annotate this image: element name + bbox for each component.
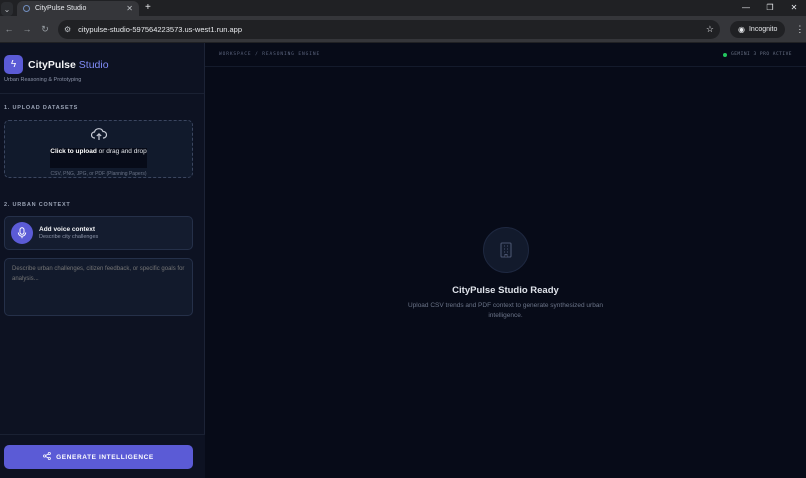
building-icon [482,227,529,273]
sidebar-footer: GENERATE INTELLIGENCE [0,434,205,478]
chevron-down-icon: ⌄ [3,4,11,14]
forward-button[interactable]: → [18,24,36,34]
close-window-button[interactable]: ✕ [782,0,806,16]
tab-search-button[interactable]: ⌄ [1,2,13,16]
upload-cta-bold: Click to upload [50,148,97,155]
upload-dropzone[interactable]: Click to upload or drag and drop CSV, PN… [4,120,193,178]
empty-state-title: CityPulse Studio Ready [452,285,559,296]
globe-icon [23,5,30,12]
restore-button[interactable]: ❐ [758,0,782,16]
voice-title: Add voice context [39,226,95,233]
browser-tab[interactable]: CityPulse Studio ✕ [17,1,139,16]
window-controls: — ❐ ✕ [734,0,806,16]
workspace-panel: WORKSPACE / REASONING ENGINE GEMINI 3 PR… [205,43,806,478]
section-label-upload: 1. UPLOAD DATASETS [4,105,79,111]
brand-accent-text: Studio [78,58,109,71]
generate-label: GENERATE INTELLIGENCE [56,453,154,461]
add-voice-context-button[interactable]: Add voice context Describe city challeng… [4,216,193,250]
urban-context-textarea[interactable] [4,258,193,316]
incognito-badge[interactable]: ◉ Incognito [730,20,786,38]
bookmark-star-icon[interactable]: ☆ [706,24,714,35]
breadcrumb: WORKSPACE / REASONING ENGINE [219,52,321,57]
site-info-icon[interactable]: ⚙ [64,25,71,34]
upload-cta-rest: or drag and drop [98,148,147,155]
section-label-context: 2. URBAN CONTEXT [4,202,71,208]
voice-subtitle: Describe city challenges [39,234,99,240]
minimize-button[interactable]: — [734,0,758,16]
upload-cta: Click to upload or drag and drop [50,148,147,168]
status-indicator: GEMINI 3 PRO ACTIVE [723,52,792,57]
browser-menu-icon[interactable]: ⋮ [795,24,804,35]
reload-button[interactable]: ↻ [36,24,54,35]
app-root: ϟ CityPulse Studio Urban Reasoning & Pro… [0,43,806,478]
upload-hint: CSV, PNG, JPG, or PDF (Planning Papers) [50,171,147,177]
status-dot [723,52,728,57]
browser-toolbar: ← → ↻ ⚙ citypulse-studio-597564223573.us… [0,16,806,43]
workspace-header: WORKSPACE / REASONING ENGINE GEMINI 3 PR… [205,43,806,67]
tab-title: CityPulse Studio [35,5,87,12]
brand-subtitle: Urban Reasoning & Prototyping [4,77,82,83]
microphone-icon [11,222,33,244]
cloud-upload-icon [90,127,107,141]
empty-state: CityPulse Studio Ready Upload CSV trends… [205,227,806,321]
sidebar: ϟ CityPulse Studio Urban Reasoning & Pro… [0,43,205,478]
tab-close-icon[interactable]: ✕ [126,4,133,13]
url-text[interactable]: citypulse-studio-597564223573.us-west1.r… [78,25,706,34]
brand-name: CityPulse Studio [28,59,109,71]
incognito-icon: ◉ [738,24,745,34]
status-text: GEMINI 3 PRO ACTIVE [731,52,792,57]
brand-header: ϟ CityPulse Studio Urban Reasoning & Pro… [0,43,204,94]
back-button[interactable]: ← [0,24,18,34]
address-bar[interactable]: ⚙ citypulse-studio-597564223573.us-west1… [58,19,720,39]
share-nodes-icon [43,451,51,462]
generate-intelligence-button[interactable]: GENERATE INTELLIGENCE [4,445,193,469]
new-tab-button[interactable]: + [145,1,151,16]
incognito-label: Incognito [748,25,778,33]
empty-state-subtitle: Upload CSV trends and PDF context to gen… [407,302,604,319]
lightning-icon: ϟ [4,55,23,74]
brand-name-text: CityPulse [28,58,76,71]
browser-tab-strip: ⌄ CityPulse Studio ✕ + — ❐ ✕ [0,0,806,16]
